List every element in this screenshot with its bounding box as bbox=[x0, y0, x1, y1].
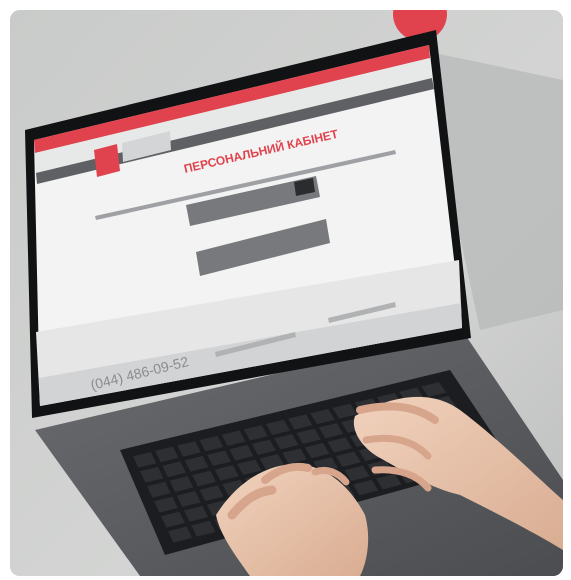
photo-frame: ПЕРСОНАЛЬНИЙ КАБІНЕТ (044) 486-09-52 bbox=[10, 10, 563, 576]
photo-scene: ПЕРСОНАЛЬНИЙ КАБІНЕТ (044) 486-09-52 bbox=[10, 10, 563, 576]
